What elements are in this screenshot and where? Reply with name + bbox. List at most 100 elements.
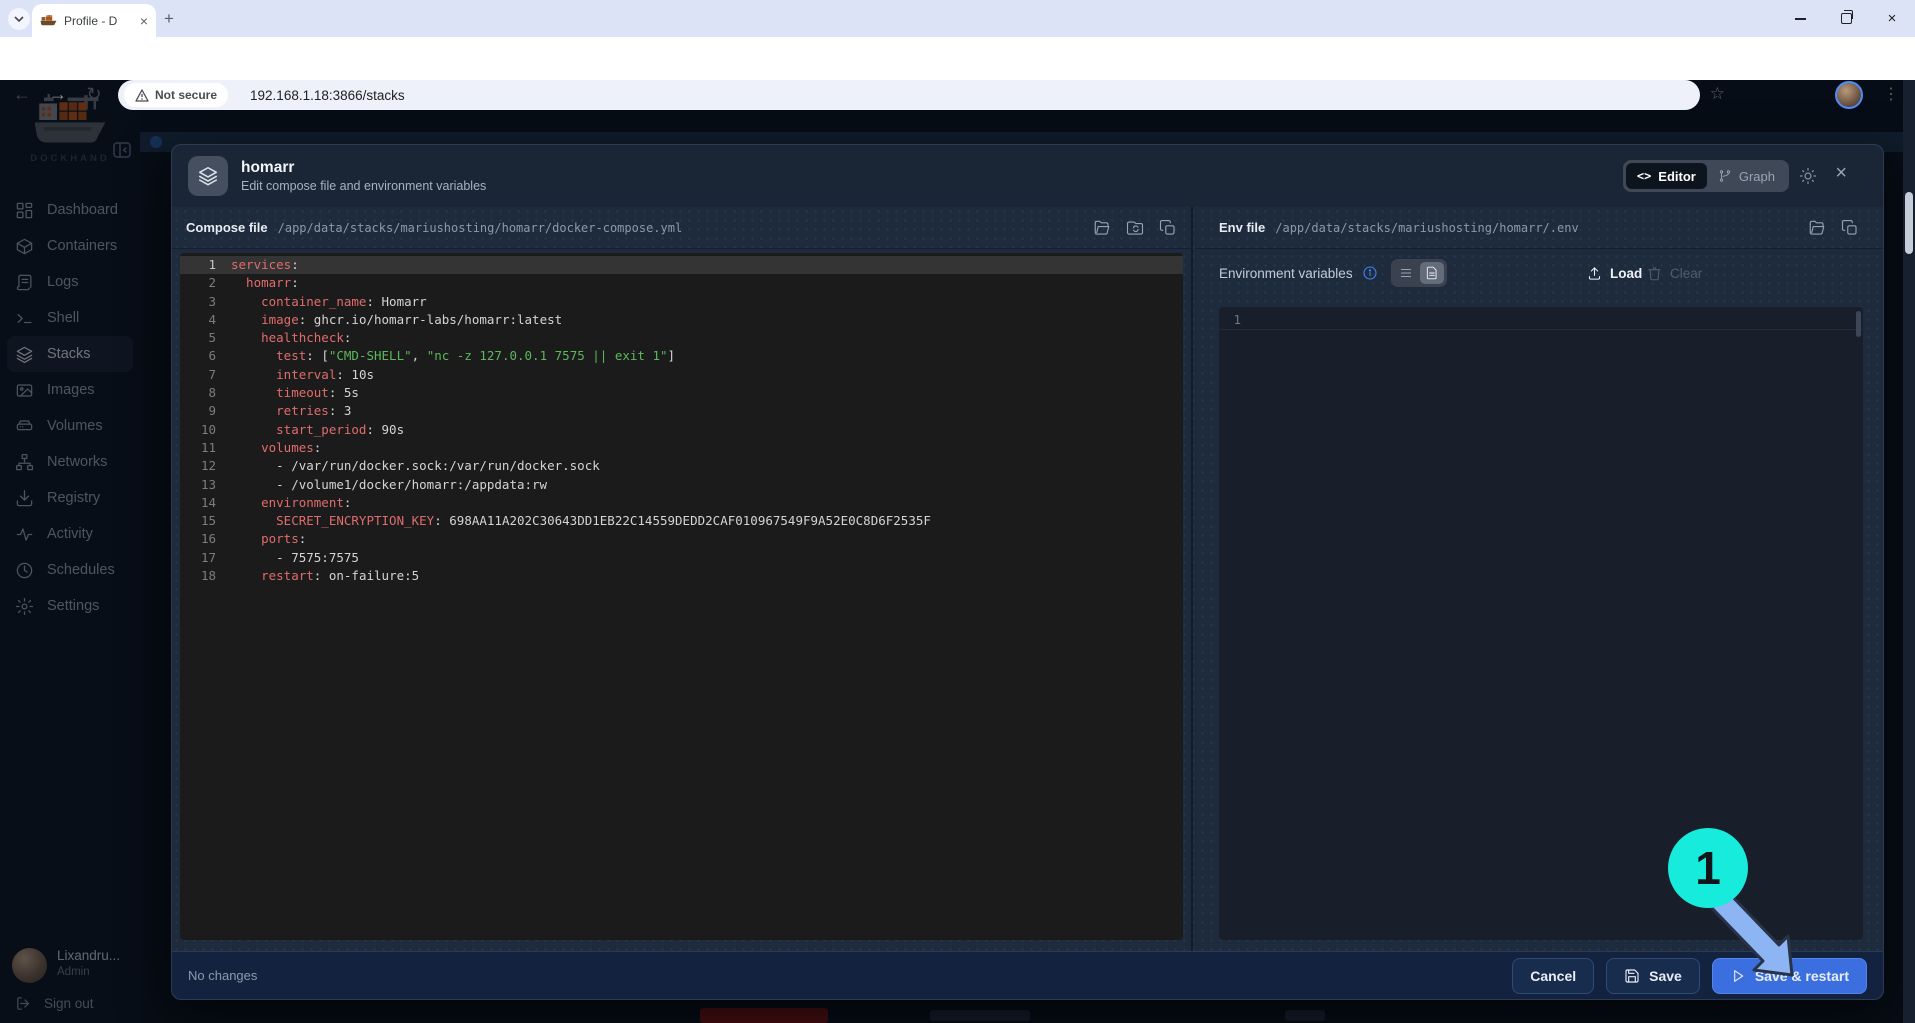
line-number: 18 xyxy=(180,567,231,585)
code-line[interactable]: 8 timeout: 5s xyxy=(180,384,1183,402)
page-scrollbar[interactable] xyxy=(1903,80,1915,1023)
editor-tab-label: Editor xyxy=(1658,169,1696,184)
code-line[interactable]: 5 healthcheck: xyxy=(180,329,1183,347)
code-text: restart: on-failure:5 xyxy=(231,567,419,585)
tab-search-button[interactable] xyxy=(8,8,30,30)
code-line[interactable]: 17 - 7575:7575 xyxy=(180,549,1183,567)
edit-stack-modal: homarr Edit compose file and environment… xyxy=(171,144,1884,1000)
play-icon xyxy=(1730,968,1746,984)
code-text: - /var/run/docker.sock:/var/run/docker.s… xyxy=(231,457,600,475)
code-line[interactable]: 13 - /volume1/docker/homarr:/appdata:rw xyxy=(180,476,1183,494)
graph-tab[interactable]: Graph xyxy=(1707,163,1786,189)
list-view-button[interactable] xyxy=(1394,262,1418,284)
folder-open-icon[interactable] xyxy=(1093,219,1111,237)
env-toolbar: Environment variables Loa xyxy=(1195,249,1883,297)
save-restart-label: Save & restart xyxy=(1755,968,1849,984)
trash-icon xyxy=(1647,266,1662,281)
window-controls: × xyxy=(1777,0,1915,37)
modal-close-icon[interactable]: × xyxy=(1835,163,1847,183)
code-text: retries: 3 xyxy=(231,402,351,420)
browser-profile-avatar[interactable] xyxy=(1835,81,1863,109)
code-line[interactable]: 11 volumes: xyxy=(180,439,1183,457)
folder-sync-icon[interactable] xyxy=(1126,219,1144,237)
stack-icon xyxy=(188,156,228,196)
code-text: environment: xyxy=(231,494,351,512)
env-panel: Env file /app/data/stacks/mariushosting/… xyxy=(1195,207,1883,951)
theme-toggle-icon[interactable] xyxy=(1799,167,1817,185)
graph-tab-label: Graph xyxy=(1739,169,1775,184)
code-line[interactable]: 1services: xyxy=(180,256,1183,274)
code-line[interactable]: 9 retries: 3 xyxy=(180,402,1183,420)
url-bar[interactable]: Not secure 192.168.1.18:3866/stacks xyxy=(118,80,1700,110)
load-button[interactable]: Load xyxy=(1587,266,1642,281)
code-line[interactable]: 4 image: ghcr.io/homarr-labs/homarr:late… xyxy=(180,311,1183,329)
info-icon[interactable] xyxy=(1362,265,1378,281)
new-tab-button[interactable]: + xyxy=(164,9,174,29)
file-view-button[interactable] xyxy=(1420,262,1444,284)
env-vars-label: Environment variables xyxy=(1219,266,1353,281)
list-icon xyxy=(1399,266,1413,280)
line-number: 11 xyxy=(180,439,231,457)
code-line[interactable]: 14 environment: xyxy=(180,494,1183,512)
compose-file-path: /app/data/stacks/mariushosting/homarr/do… xyxy=(278,221,683,235)
code-line[interactable]: 3 container_name: Homarr xyxy=(180,293,1183,311)
tab-close-icon[interactable]: × xyxy=(140,14,148,28)
window-minimize-button[interactable] xyxy=(1777,0,1823,37)
modal-subtitle: Edit compose file and environment variab… xyxy=(241,179,486,193)
line-number: 6 xyxy=(180,347,231,365)
line-number: 10 xyxy=(180,421,231,439)
copy-icon[interactable] xyxy=(1841,219,1859,237)
folder-open-icon[interactable] xyxy=(1808,219,1826,237)
browser-menu-icon[interactable]: ⋮ xyxy=(1883,84,1899,104)
modal-header: homarr Edit compose file and environment… xyxy=(172,145,1883,207)
save-restart-button[interactable]: Save & restart xyxy=(1712,958,1867,994)
code-text: ports: xyxy=(231,530,306,548)
compose-panel: Compose file /app/data/stacks/mariushost… xyxy=(172,207,1193,951)
graph-icon xyxy=(1718,169,1732,183)
save-button[interactable]: Save xyxy=(1606,958,1700,994)
bookmark-star-icon[interactable]: ☆ xyxy=(1710,84,1725,104)
copy-icon[interactable] xyxy=(1159,219,1177,237)
reload-button[interactable]: ↻ xyxy=(82,84,106,105)
code-text: test: ["CMD-SHELL", "nc -z 127.0.0.1 757… xyxy=(231,347,675,365)
scrollbar-thumb[interactable] xyxy=(1905,192,1913,254)
clear-label: Clear xyxy=(1670,266,1702,281)
line-number: 1 xyxy=(180,256,231,274)
line-number: 3 xyxy=(180,293,231,311)
chevron-down-icon xyxy=(14,16,24,22)
env-file-row: Env file /app/data/stacks/mariushosting/… xyxy=(1195,207,1883,249)
code-text: image: ghcr.io/homarr-labs/homarr:latest xyxy=(231,311,562,329)
line-number: 5 xyxy=(180,329,231,347)
code-line[interactable]: 7 interval: 10s xyxy=(180,366,1183,384)
window-close-button[interactable]: × xyxy=(1869,0,1915,37)
upload-icon xyxy=(1587,266,1602,281)
back-button[interactable]: ← xyxy=(10,84,34,105)
line-number: 15 xyxy=(180,512,231,530)
code-text: services: xyxy=(231,256,299,274)
browser-titlebar: Profile - D × + × xyxy=(0,0,1915,37)
editor-tab[interactable]: <> Editor xyxy=(1626,163,1707,189)
env-line[interactable]: 1 xyxy=(1219,310,1863,330)
code-line[interactable]: 16 ports: xyxy=(180,530,1183,548)
env-file-label: Env file xyxy=(1219,220,1265,235)
code-line[interactable]: 2 homarr: xyxy=(180,274,1183,292)
compose-editor[interactable]: 1services:2 homarr:3 container_name: Hom… xyxy=(180,253,1183,940)
code-line[interactable]: 12 - /var/run/docker.sock:/var/run/docke… xyxy=(180,457,1183,475)
window-restore-button[interactable] xyxy=(1823,0,1869,37)
code-text: SECRET_ENCRYPTION_KEY: 698AA11A202C30643… xyxy=(231,512,931,530)
browser-tab[interactable]: Profile - D × xyxy=(32,4,156,37)
save-label: Save xyxy=(1649,968,1682,984)
env-editor[interactable]: 1 xyxy=(1219,307,1863,940)
code-line[interactable]: 15 SECRET_ENCRYPTION_KEY: 698AA11A202C30… xyxy=(180,512,1183,530)
code-line[interactable]: 10 start_period: 90s xyxy=(180,421,1183,439)
forward-button[interactable]: → xyxy=(46,84,70,105)
url-text: 192.168.1.18:3866/stacks xyxy=(250,88,405,103)
code-line[interactable]: 6 test: ["CMD-SHELL", "nc -z 127.0.0.1 7… xyxy=(180,347,1183,365)
cancel-button[interactable]: Cancel xyxy=(1512,958,1594,994)
annotation-step-badge: 1 xyxy=(1668,828,1748,908)
code-line[interactable]: 18 restart: on-failure:5 xyxy=(180,567,1183,585)
env-scrollbar-thumb[interactable] xyxy=(1856,311,1861,337)
view-toggle: <> Editor Graph xyxy=(1623,160,1789,192)
clear-button[interactable]: Clear xyxy=(1647,266,1702,281)
not-secure-chip[interactable]: Not secure xyxy=(124,83,228,107)
